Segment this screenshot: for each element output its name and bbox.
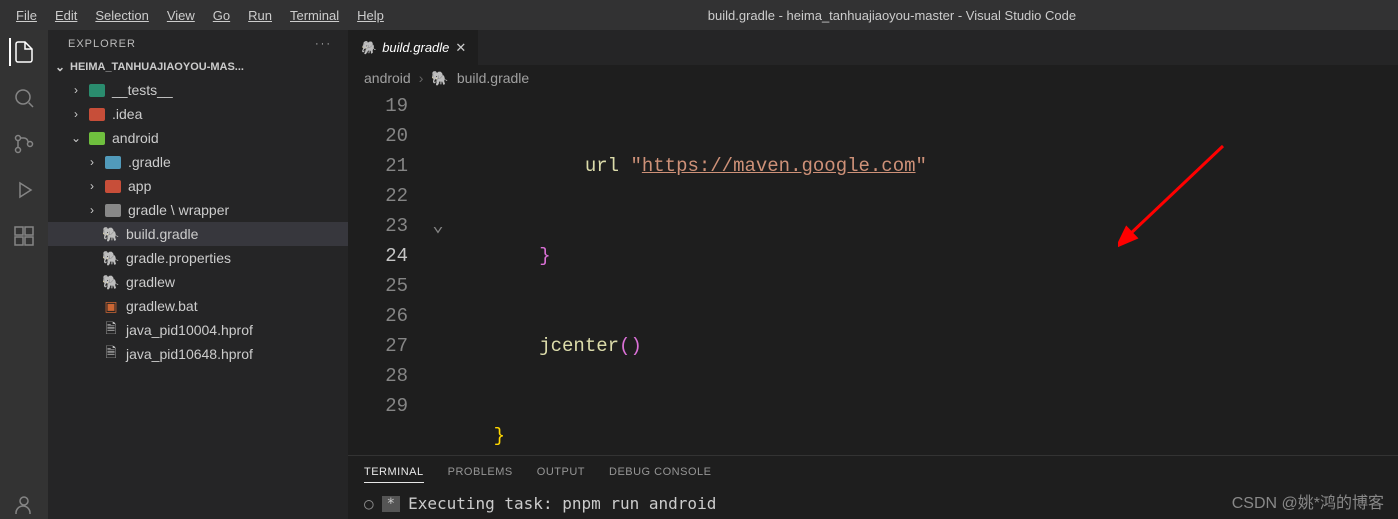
tab-build-gradle[interactable]: 🐘 build.gradle ✕ (348, 30, 479, 65)
task-circle-icon: ○ (364, 494, 374, 513)
file-icon: 🗎 (102, 345, 120, 363)
workspace-label: HEIMA_TANHUAJIAOYOU-MAS... (70, 61, 244, 73)
breadcrumb-segment[interactable]: build.gradle (457, 70, 529, 86)
tab-label: build.gradle (382, 40, 449, 55)
menu-file[interactable]: File (8, 4, 45, 27)
source-control-icon[interactable] (10, 130, 38, 158)
gradle-icon: 🐘 (431, 70, 448, 87)
file-tree: ›__tests__ ›.idea ⌄android ›.gradle ›app… (48, 76, 348, 366)
breadcrumb[interactable]: android › 🐘 build.gradle (348, 65, 1398, 91)
search-icon[interactable] (10, 84, 38, 112)
menu-help[interactable]: Help (349, 4, 392, 27)
more-icon[interactable]: ··· (315, 38, 332, 50)
menu-selection[interactable]: Selection (87, 4, 156, 27)
explorer-icon[interactable] (9, 38, 37, 66)
tree-file-hprof-2[interactable]: 🗎java_pid10648.hprof (48, 342, 348, 366)
menu-bar: File Edit Selection View Go Run Terminal… (0, 0, 1398, 30)
code-content[interactable]: url "https://maven.google.com" } jcenter… (448, 91, 1398, 455)
explorer-sidebar: EXPLORER ··· ⌄ HEIMA_TANHUAJIAOYOU-MAS..… (48, 30, 348, 519)
activity-bar (0, 30, 48, 519)
tree-folder-wrapper[interactable]: ›gradle \ wrapper (48, 198, 348, 222)
menu-terminal[interactable]: Terminal (282, 4, 347, 27)
folder-icon (88, 105, 106, 123)
tab-problems[interactable]: PROBLEMS (448, 462, 513, 482)
tree-file-hprof-1[interactable]: 🗎java_pid10004.hprof (48, 318, 348, 342)
tree-file-gradle-properties[interactable]: 🐘gradle.properties (48, 246, 348, 270)
chevron-right-icon: › (70, 83, 82, 97)
chevron-right-icon: › (70, 107, 82, 121)
tab-debug-console[interactable]: DEBUG CONSOLE (609, 462, 711, 482)
fold-icon[interactable]: ⌄ (428, 211, 448, 241)
folder-icon (104, 201, 122, 219)
chevron-down-icon: ⌄ (70, 131, 82, 145)
chevron-down-icon: ⌄ (54, 60, 66, 74)
tree-folder-gradle[interactable]: ›.gradle (48, 150, 348, 174)
tab-output[interactable]: OUTPUT (537, 462, 585, 482)
file-icon: 🗎 (102, 321, 120, 339)
folder-icon (104, 153, 122, 171)
window-title: build.gradle - heima_tanhuajiaoyou-maste… (394, 8, 1390, 23)
folder-icon (88, 81, 106, 99)
gradle-icon: 🐘 (102, 273, 120, 291)
workspace-section[interactable]: ⌄ HEIMA_TANHUAJIAOYOU-MAS... (48, 58, 348, 76)
menu-run[interactable]: Run (240, 4, 280, 27)
task-star-icon: * (382, 496, 400, 512)
gradle-icon: 🐘 (102, 249, 120, 267)
editor-tabs: 🐘 build.gradle ✕ (348, 30, 1398, 65)
chevron-right-icon: › (419, 70, 424, 86)
run-debug-icon[interactable] (10, 176, 38, 204)
explorer-title: EXPLORER (68, 38, 136, 50)
tab-terminal[interactable]: TERMINAL (364, 462, 424, 483)
tree-folder-app[interactable]: ›app (48, 174, 348, 198)
panel-tabs: TERMINAL PROBLEMS OUTPUT DEBUG CONSOLE (348, 456, 1398, 488)
menu-go[interactable]: Go (205, 4, 238, 27)
chevron-right-icon: › (86, 155, 98, 169)
editor-area: 🐘 build.gradle ✕ android › 🐘 build.gradl… (348, 30, 1398, 519)
tree-file-build-gradle[interactable]: 🐘build.gradle (48, 222, 348, 246)
menu-edit[interactable]: Edit (47, 4, 85, 27)
folder-icon (88, 129, 106, 147)
watermark: CSDN @姚*鸿的博客 (1232, 489, 1384, 513)
fold-column: ⌄ (428, 91, 448, 455)
explorer-header: EXPLORER ··· (48, 30, 348, 58)
tree-folder-idea[interactable]: ›.idea (48, 102, 348, 126)
chevron-right-icon: › (86, 179, 98, 193)
terminal-line: Executing task: pnpm run android (408, 494, 716, 513)
terminal-icon: ▣ (102, 297, 120, 315)
tree-folder-tests[interactable]: ›__tests__ (48, 78, 348, 102)
tree-folder-android[interactable]: ⌄android (48, 126, 348, 150)
code-editor[interactable]: 19 20 21 22 23 24 25 26 27 28 29 ⌄ url "… (348, 91, 1398, 455)
chevron-right-icon: › (86, 203, 98, 217)
menu-view[interactable]: View (159, 4, 203, 27)
folder-icon (104, 177, 122, 195)
tree-file-gradlew-bat[interactable]: ▣gradlew.bat (48, 294, 348, 318)
gradle-icon: 🐘 (102, 225, 120, 243)
line-gutter: 19 20 21 22 23 24 25 26 27 28 29 (348, 91, 428, 455)
breadcrumb-segment[interactable]: android (364, 70, 411, 86)
tree-file-gradlew[interactable]: 🐘gradlew (48, 270, 348, 294)
close-icon[interactable]: ✕ (455, 40, 466, 56)
extensions-icon[interactable] (10, 222, 38, 250)
account-icon[interactable] (10, 491, 38, 519)
gradle-icon: 🐘 (360, 40, 376, 56)
